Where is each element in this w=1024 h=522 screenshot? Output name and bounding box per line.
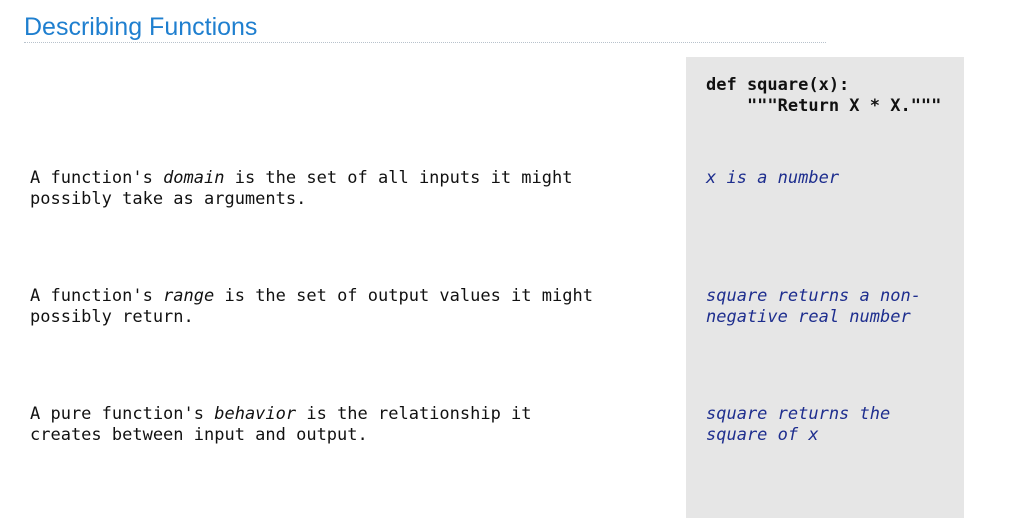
domain-example: x is a number — [706, 168, 840, 188]
range-term: range — [163, 286, 215, 306]
range-description: A function's range is the set of output … — [30, 286, 670, 328]
page-title: Describing Functions — [24, 13, 258, 41]
title-divider — [24, 42, 826, 43]
domain-description: A function's domain is the set of all in… — [30, 168, 670, 210]
function-docstring: """Return X * X.""" — [706, 96, 942, 116]
range-description-lead: A function's — [30, 286, 164, 306]
domain-description-lead: A function's — [30, 168, 164, 188]
domain-term: domain — [163, 168, 225, 188]
range-example: square returns a non- negative real numb… — [706, 286, 921, 327]
behavior-term: behavior — [214, 404, 297, 424]
behavior-description-lead: A pure function's — [30, 404, 215, 424]
behavior-description: A pure function's behavior is the relati… — [30, 404, 670, 446]
code-block: def square(x): """Return X * X.""" — [706, 75, 941, 117]
behavior-example: square returns the square of x — [706, 404, 891, 445]
function-signature: def square(x): — [706, 75, 850, 95]
